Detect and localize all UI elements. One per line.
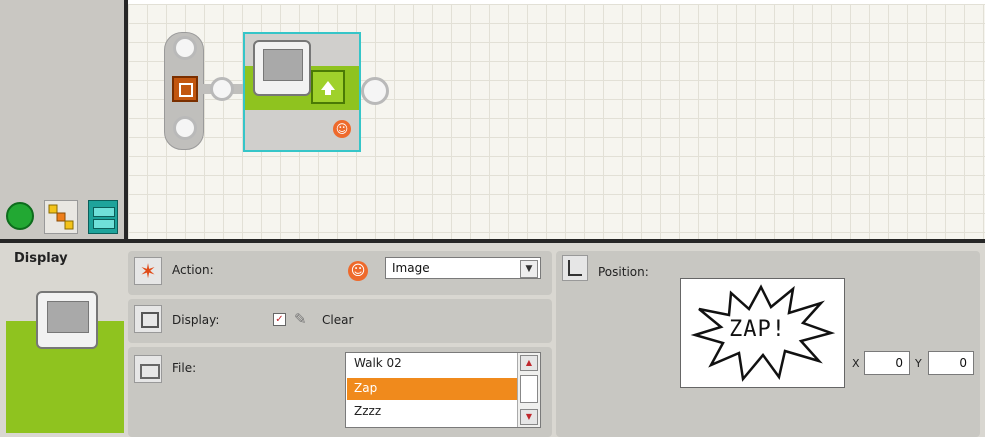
- sequence-plug-input[interactable]: [210, 77, 234, 101]
- display-block[interactable]: ☺: [243, 32, 361, 152]
- y-input[interactable]: 0: [928, 351, 974, 375]
- scroll-thumb[interactable]: [520, 375, 538, 403]
- file-label: File:: [172, 361, 197, 375]
- y-label: Y: [915, 357, 922, 370]
- program-canvas[interactable]: ☺: [128, 4, 985, 240]
- palette-panel: [0, 0, 124, 200]
- scroll-down-icon[interactable]: ▼: [520, 409, 538, 425]
- configuration-panel: Display ✶ Action: ☺ Image ▼ Display: ✓ ✎…: [0, 243, 985, 437]
- action-select[interactable]: Image ▼: [385, 257, 541, 279]
- file-list[interactable]: Walk 02 Zap Zzzz ▲ ▼: [345, 352, 541, 428]
- image-preview[interactable]: ZAP!: [680, 278, 845, 388]
- file-list-item-selected-label: Zap: [354, 381, 378, 395]
- display-block-large-icon: [36, 291, 98, 349]
- sequence-plug-output[interactable]: [361, 77, 389, 105]
- data-hub-icon[interactable]: [311, 70, 345, 104]
- clear-checkbox[interactable]: ✓: [273, 313, 286, 326]
- palette-tabs: [0, 196, 124, 240]
- display-block-icon: [253, 40, 311, 96]
- folder-icon: [134, 355, 162, 383]
- sequence-plug-bottom[interactable]: [173, 116, 197, 140]
- preview-text: ZAP!: [729, 317, 786, 342]
- start-point-icon[interactable]: [172, 76, 198, 102]
- action-label: Action:: [172, 263, 214, 277]
- action-icon: ✶: [134, 257, 162, 285]
- display-label: Display:: [172, 313, 220, 327]
- clear-label: Clear: [322, 313, 354, 327]
- file-list-item[interactable]: Zzzz: [354, 404, 381, 418]
- x-value: 0: [895, 356, 903, 370]
- file-list-item[interactable]: Walk 02: [354, 356, 402, 370]
- chevron-down-icon[interactable]: ▼: [520, 260, 538, 278]
- y-value: 0: [959, 356, 967, 370]
- block-title: Display: [14, 251, 68, 266]
- smiley-icon: ☺: [333, 120, 351, 138]
- scroll-up-icon[interactable]: ▲: [520, 355, 538, 371]
- eraser-icon: ✎: [294, 310, 307, 328]
- complete-palette-icon[interactable]: [44, 200, 78, 234]
- action-select-value: Image: [392, 261, 430, 275]
- image-type-icon: ☺: [348, 261, 368, 281]
- position-icon: [562, 255, 588, 281]
- display-setting-icon: [134, 305, 162, 333]
- sequence-plug-top[interactable]: [173, 36, 197, 60]
- custom-palette-icon[interactable]: [88, 200, 118, 234]
- position-label: Position:: [598, 265, 649, 279]
- file-list-scrollbar[interactable]: ▲ ▼: [517, 353, 540, 427]
- x-label: X: [852, 357, 860, 370]
- common-palette-icon[interactable]: [6, 202, 34, 230]
- x-input[interactable]: 0: [864, 351, 910, 375]
